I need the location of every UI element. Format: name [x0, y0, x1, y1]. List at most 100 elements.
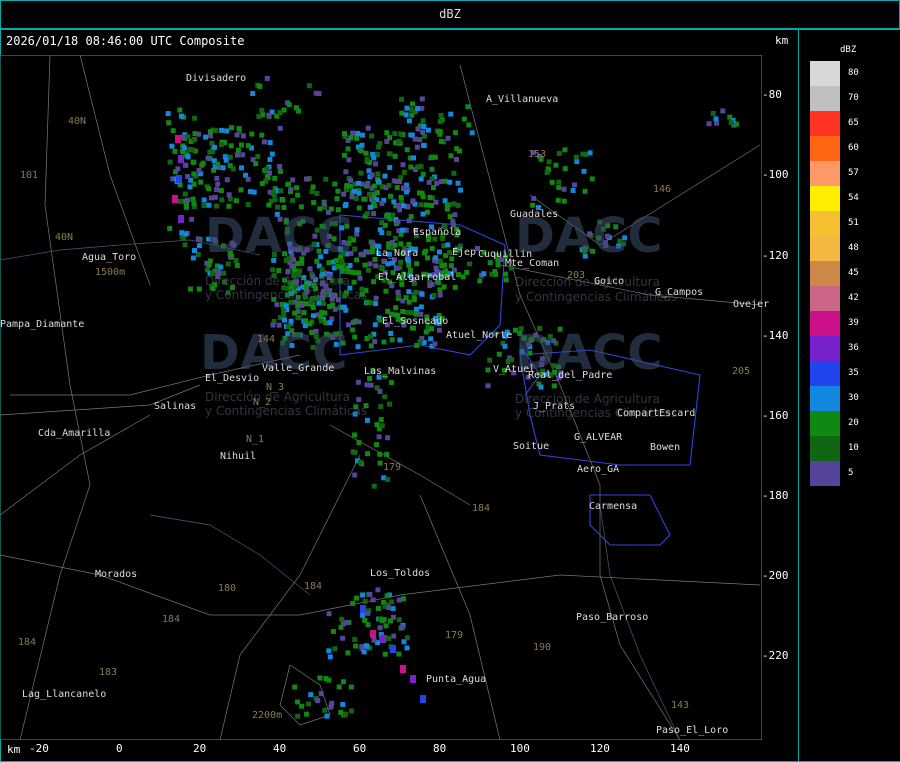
echo-pixel: [288, 318, 294, 324]
echo-pixel: [583, 151, 589, 157]
echo-pixel: [359, 644, 365, 650]
echo-pixel: [357, 275, 363, 281]
echo-pixel: [401, 185, 407, 191]
echo-pixel: [332, 646, 338, 652]
echo-pixel: [308, 692, 314, 698]
echo-pixel: [400, 227, 406, 233]
echo-pixel: [350, 130, 356, 136]
echo-pixel: [377, 451, 383, 457]
echo-pixel: [371, 200, 377, 206]
echo-pixel: [318, 314, 324, 320]
echo-pixel: [267, 140, 273, 146]
echo-pixel: [187, 286, 193, 292]
legend-label: 60: [848, 143, 859, 153]
echo-pixel: [395, 202, 401, 208]
echo-pixel: [220, 165, 226, 171]
echo-pixel: [399, 96, 405, 102]
echo-pixel: [355, 379, 361, 385]
place-label: Guadales: [510, 209, 559, 220]
echo-pixel: [420, 118, 426, 124]
echo-pixel: [375, 605, 381, 611]
echo-pixel: [313, 90, 319, 96]
echo-pixel: [327, 654, 333, 660]
echo-pixel: [399, 110, 405, 116]
echo-pixel: [348, 684, 354, 690]
echo-pixel: [395, 289, 401, 295]
echo-pixel: [190, 255, 196, 261]
echo-pixel: [374, 422, 380, 428]
echo-pixel: [353, 643, 359, 649]
echo-pixel: [421, 142, 427, 148]
echo-pixel: [444, 202, 450, 208]
legend-label: 5: [848, 468, 854, 478]
echo-pixel: [303, 318, 309, 324]
echo-pixel: [382, 222, 388, 228]
echo-pixel: [390, 606, 396, 612]
echo-pixel: [398, 131, 404, 137]
echo-pixel: [267, 170, 273, 176]
echo-pixel: [417, 137, 423, 143]
echo-pixel: [409, 112, 415, 118]
echo-pixel: [354, 135, 360, 141]
echo-pixel: [295, 699, 301, 705]
echo-pixel: [356, 319, 362, 325]
echo-pixel: [299, 302, 305, 308]
echo-pixel: [306, 83, 312, 89]
echo-pixel: [425, 127, 431, 133]
x-tick-label: 140: [670, 742, 690, 755]
place-label: Real_del_Padre: [528, 370, 613, 381]
echo-pixel: [400, 162, 406, 168]
echo-pixel: [364, 417, 370, 423]
echo-pixel: [277, 163, 283, 169]
echo-pixel: [562, 166, 568, 172]
echo-pixel: [553, 162, 559, 168]
echo-pixel: [195, 236, 201, 242]
echo-pixel: [270, 267, 276, 273]
road-label: 153: [528, 149, 547, 160]
echo-pixel: [503, 277, 509, 283]
echo-pixel: [371, 637, 377, 643]
echo-pixel: [356, 190, 362, 196]
echo-pixel: [295, 315, 301, 321]
echo-pixel: [356, 205, 362, 211]
echo-pixel: [176, 175, 182, 183]
echo-pixel: [352, 334, 358, 340]
echo-pixel: [348, 135, 354, 141]
echo-pixel: [326, 611, 332, 617]
echo-pixel: [315, 698, 321, 704]
echo-pixel: [341, 130, 347, 136]
echo-pixel: [224, 177, 230, 183]
echo-pixel: [392, 153, 398, 159]
echo-pixel: [388, 330, 394, 336]
echo-pixel: [404, 635, 410, 641]
echo-pixel: [452, 284, 458, 290]
y-tick-label: -120: [762, 249, 789, 262]
echo-pixel: [390, 212, 396, 218]
watermark-text: y Contingencias Climáticas: [515, 290, 678, 304]
echo-pixel: [376, 144, 382, 150]
x-tick-label: 80: [433, 742, 447, 755]
echo-pixel: [272, 175, 278, 181]
echo-pixel: [437, 292, 443, 298]
echo-pixel: [369, 172, 375, 178]
echo-pixel: [404, 147, 410, 153]
echo-pixel: [178, 155, 184, 163]
y-unit-label: km: [775, 34, 789, 47]
echo-pixel: [214, 187, 220, 193]
legend-swatch: [810, 236, 840, 261]
echo-pixel: [406, 262, 412, 268]
echo-pixel: [304, 176, 310, 182]
echo-pixel: [587, 150, 593, 156]
echo-pixel: [387, 164, 393, 170]
echo-pixel: [351, 279, 357, 285]
echo-pixel: [430, 185, 436, 191]
echo-pixel: [426, 179, 432, 185]
echo-pixel: [481, 271, 487, 277]
echo-pixel: [378, 264, 384, 270]
echo-pixel: [386, 151, 392, 157]
echo-pixel: [573, 154, 579, 160]
place-label: A_Villanueva: [486, 94, 559, 105]
road-label: 146: [653, 184, 672, 195]
echo-pixel: [383, 623, 389, 629]
echo-pixel: [348, 708, 354, 714]
